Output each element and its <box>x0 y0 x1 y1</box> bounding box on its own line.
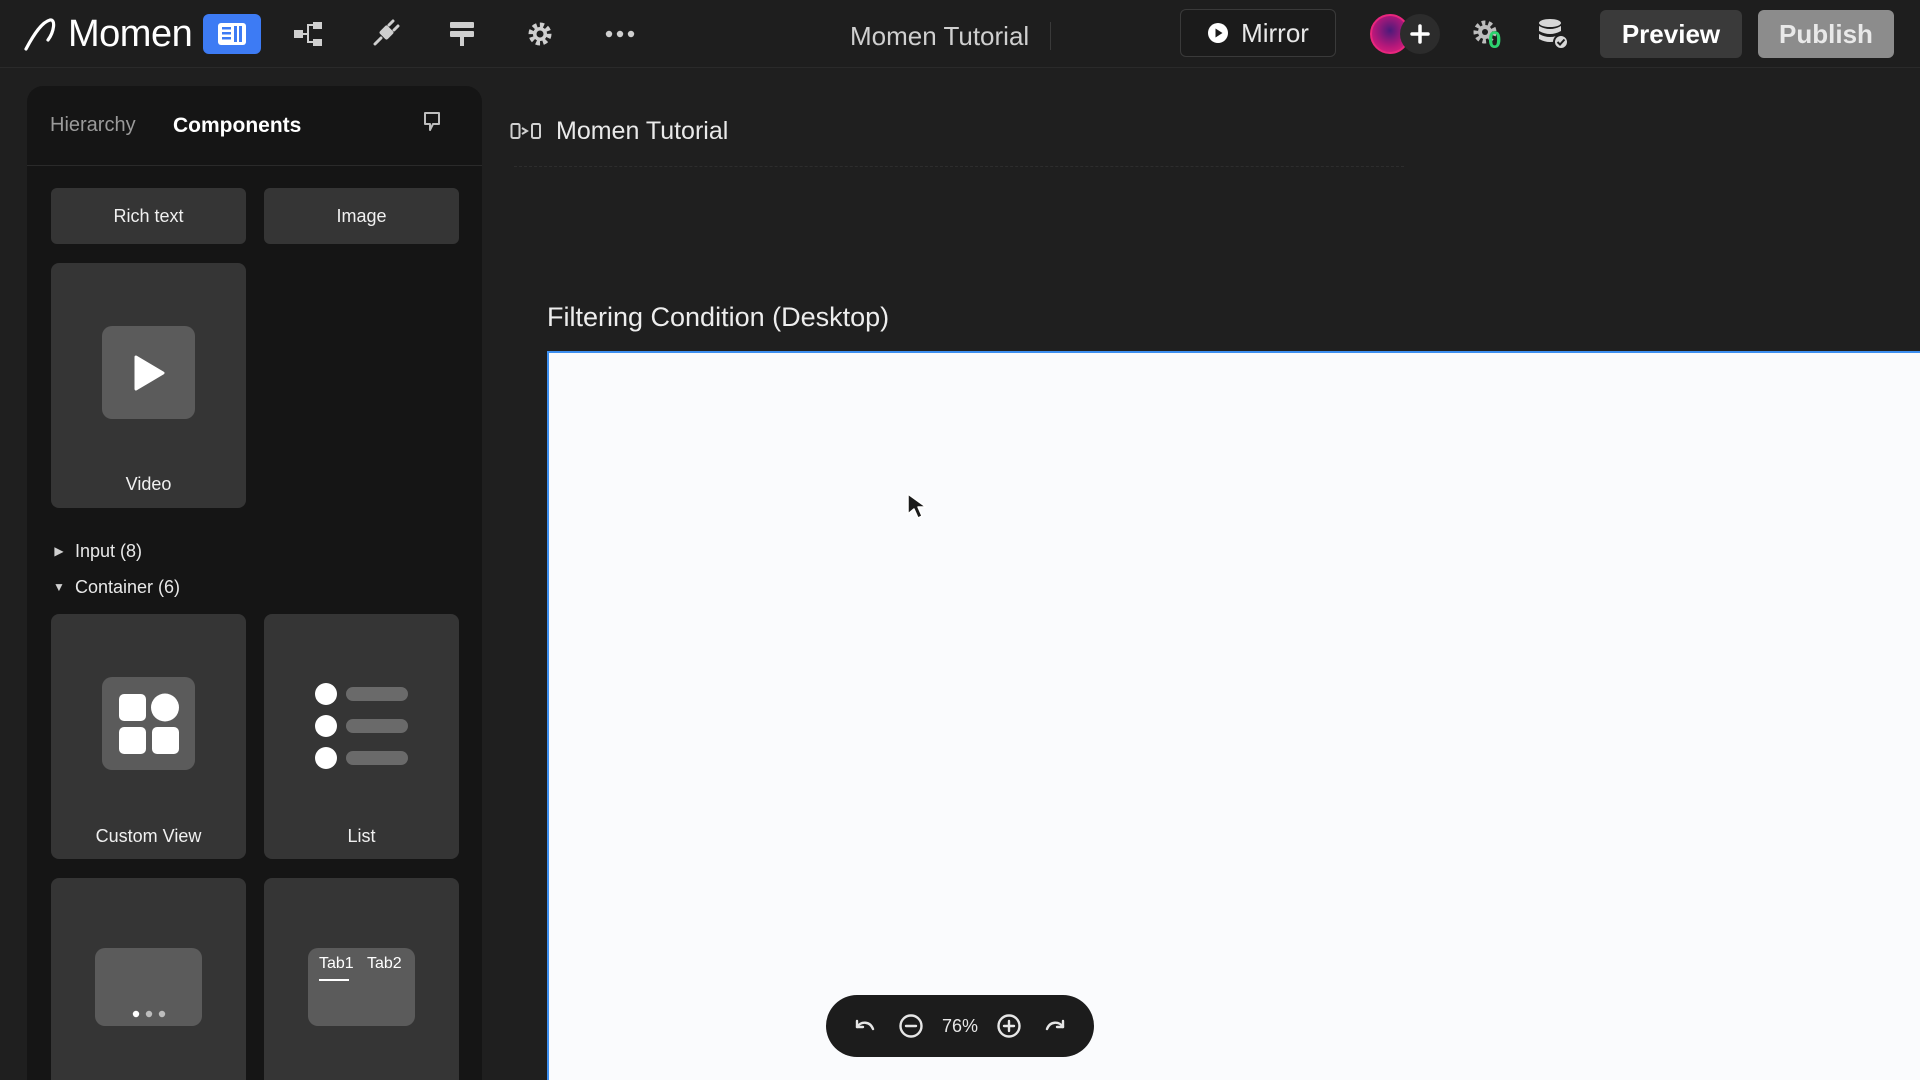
mouse-cursor-icon <box>907 493 927 519</box>
redo-button[interactable] <box>1040 1010 1072 1042</box>
grid-view-icon <box>102 677 195 770</box>
data-model-tool-button[interactable] <box>433 14 491 54</box>
momen-logo[interactable]: Momen <box>24 12 193 56</box>
plugin-tool-button[interactable] <box>356 14 414 54</box>
custom-view-label: Custom View <box>95 826 202 846</box>
zoom-level: 76% <box>941 1015 978 1036</box>
frame-title[interactable]: Filtering Condition (Desktop) <box>547 302 889 333</box>
preview-button[interactable]: Preview <box>1600 10 1742 58</box>
custom-view-component[interactable]: Custom View <box>51 614 246 859</box>
zoom-out-button[interactable] <box>895 1010 927 1042</box>
image-component[interactable]: Image <box>264 188 459 244</box>
tab1-label: Tab1 <box>319 955 354 972</box>
tab-underline <box>319 979 349 981</box>
breadcrumb: Momen Tutorial <box>510 116 728 146</box>
redo-icon <box>1046 1019 1065 1031</box>
caret-down-icon: ▼ <box>53 580 65 594</box>
minus-circle-icon <box>899 1014 923 1038</box>
list-label: List <box>347 826 376 846</box>
panel-tabs: Hierarchy Components <box>27 86 482 166</box>
list-icon <box>315 683 408 769</box>
zoom-in-button[interactable] <box>993 1010 1025 1042</box>
page-flow-icon <box>510 123 541 139</box>
caret-right-icon: ▶ <box>54 544 64 558</box>
tab-components[interactable]: Components <box>173 114 301 138</box>
container-section-toggle[interactable]: ▼ Container (6) <box>53 575 180 599</box>
plus-circle-icon <box>997 1014 1021 1038</box>
page-canvas-frame[interactable] <box>547 351 1920 1080</box>
carousel-component[interactable] <box>51 878 246 1080</box>
breadcrumb-project[interactable]: Momen Tutorial <box>556 117 728 146</box>
tabs-component[interactable]: Tab1 Tab2 <box>264 878 459 1080</box>
undo-button[interactable] <box>848 1010 880 1042</box>
collaborators <box>1370 14 1442 54</box>
data-model-icon <box>450 22 474 46</box>
carousel-icon <box>95 948 202 1026</box>
settings-tool-button[interactable] <box>511 14 569 54</box>
container-section-label: Container (6) <box>75 576 181 597</box>
app-title: Momen Tutorial <box>850 21 1030 51</box>
logo-swoosh-icon <box>24 18 56 51</box>
video-component[interactable]: Video <box>51 263 246 508</box>
debug-button[interactable]: 0 <box>1470 17 1506 58</box>
tabs-icon: Tab1 Tab2 <box>308 948 415 1026</box>
more-tool-button[interactable] <box>591 14 649 54</box>
logic-flow-icon <box>294 22 322 46</box>
mirror-label: Mirror <box>1241 17 1309 48</box>
plus-icon <box>1410 24 1430 44</box>
invite-collaborator-button[interactable] <box>1400 14 1440 54</box>
input-section-label: Input (8) <box>75 540 143 561</box>
more-icon <box>605 30 635 38</box>
logo-text: Momen <box>68 12 193 55</box>
video-play-icon <box>102 326 195 419</box>
database-status-button[interactable] <box>1536 17 1570 56</box>
zoom-toolbar: 76% <box>826 995 1094 1057</box>
undo-icon <box>855 1019 874 1031</box>
mirror-button[interactable]: Mirror <box>1180 9 1336 57</box>
pin-icon <box>424 112 440 131</box>
pin-panel-button[interactable] <box>421 110 443 139</box>
debug-count-badge: 0 <box>1488 27 1502 54</box>
list-component[interactable]: List <box>264 614 459 859</box>
tab2-label: Tab2 <box>367 955 402 972</box>
logic-flow-tool-button[interactable] <box>279 14 337 54</box>
top-toolbar: Momen Momen Tutorial Mirror 0 Preview Pu… <box>0 0 1920 68</box>
breadcrumb-divider <box>514 166 1404 167</box>
plugin-icon <box>373 19 400 46</box>
input-section-toggle[interactable]: ▶ Input (8) <box>53 539 142 563</box>
database-check-icon <box>1539 19 1569 50</box>
play-circle-icon <box>1208 23 1229 43</box>
pages-icon <box>218 23 246 45</box>
rich-text-component[interactable]: Rich text <box>51 188 246 244</box>
pages-tool-button[interactable] <box>203 14 261 54</box>
video-label: Video <box>125 474 172 494</box>
tab-hierarchy[interactable]: Hierarchy <box>50 114 136 137</box>
title-divider <box>1050 22 1051 50</box>
publish-button[interactable]: Publish <box>1758 10 1894 58</box>
components-panel: Hierarchy Components Rich text Image Vid… <box>27 86 482 1080</box>
settings-icon <box>528 22 552 46</box>
